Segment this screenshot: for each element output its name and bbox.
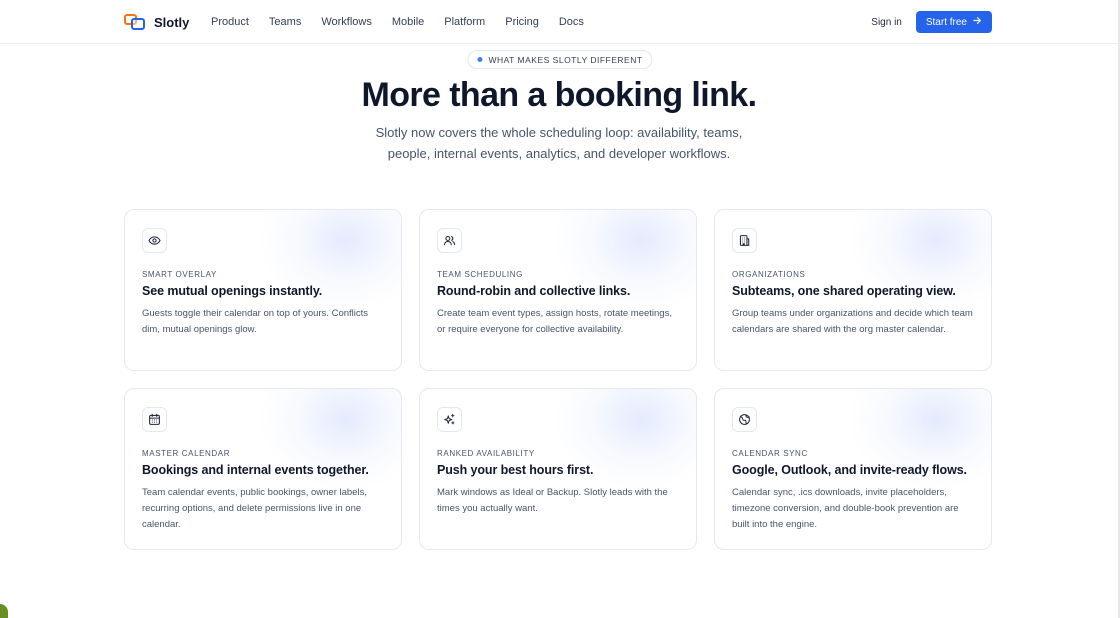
card-description: Calendar sync, .ics downloads, invite pl… <box>732 487 959 530</box>
nav-link-product[interactable]: Product <box>211 14 249 30</box>
card-title: Push your best hours first. <box>437 463 594 477</box>
globe-icon <box>732 407 757 432</box>
feature-card-team-scheduling: TEAM SCHEDULING Round-robin and collecti… <box>419 209 697 371</box>
nav-link-pricing[interactable]: Pricing <box>505 14 539 30</box>
feature-card-organizations: ORGANIZATIONS Subteams, one shared opera… <box>714 209 992 371</box>
nav-link-teams[interactable]: Teams <box>269 14 301 30</box>
card-description: Guests toggle their calendar on top of y… <box>142 308 369 335</box>
feature-grid: SMART OVERLAY See mutual openings instan… <box>124 209 992 550</box>
card-title: Google, Outlook, and invite-ready flows. <box>732 463 967 477</box>
feature-card-ranked-availability: RANKED AVAILABILITY Push your best hours… <box>419 388 697 550</box>
landing-page: Slotly Product Teams Workflows Mobile Pl… <box>0 0 1120 618</box>
card-label: CALENDAR SYNC <box>732 449 808 458</box>
nav-link-docs[interactable]: Docs <box>559 14 584 30</box>
section-badge: WHAT MAKES SLOTLY DIFFERENT <box>467 50 653 69</box>
card-description: Group teams under organizations and deci… <box>732 308 973 335</box>
card-title: Bookings and internal events together. <box>142 463 369 477</box>
badge-text: WHAT MAKES SLOTLY DIFFERENT <box>488 54 643 65</box>
card-label: MASTER CALENDAR <box>142 449 231 458</box>
card-title: Subteams, one shared operating view. <box>732 284 956 298</box>
badge-dot-icon <box>477 57 483 62</box>
card-label: TEAM SCHEDULING <box>437 270 523 279</box>
calendar-icon <box>142 407 167 432</box>
card-description: Mark windows as Ideal or Backup. Slotly … <box>437 487 668 514</box>
card-label: ORGANIZATIONS <box>732 270 806 279</box>
hero-subtitle: Slotly now covers the whole scheduling l… <box>375 125 743 161</box>
corner-accent <box>0 604 8 618</box>
top-nav: Slotly Product Teams Workflows Mobile Pl… <box>0 0 1118 44</box>
nav-link-mobile[interactable]: Mobile <box>392 14 424 30</box>
nav-link-workflows[interactable]: Workflows <box>321 14 372 30</box>
card-description: Create team event types, assign hosts, r… <box>437 308 672 335</box>
nav-actions: Sign in Start free <box>871 11 992 33</box>
card-description: Team calendar events, public bookings, o… <box>142 487 367 530</box>
card-title: Round-robin and collective links. <box>437 284 631 298</box>
logo-text: Slotly <box>154 14 190 30</box>
feature-card-calendar-sync: CALENDAR SYNC Google, Outlook, and invit… <box>714 388 992 550</box>
sign-in-link[interactable]: Sign in <box>871 17 902 28</box>
nav-links: Product Teams Workflows Mobile Platform … <box>211 14 604 30</box>
start-free-button[interactable]: Start free <box>915 11 992 33</box>
card-label: RANKED AVAILABILITY <box>437 449 535 458</box>
sparkles-icon <box>437 407 462 432</box>
start-free-label: Start free <box>925 16 967 28</box>
card-label: SMART OVERLAY <box>142 270 217 279</box>
feature-card-master-calendar: MASTER CALENDAR Bookings and internal ev… <box>124 388 402 550</box>
feature-card-smart-overlay: SMART OVERLAY See mutual openings instan… <box>124 209 402 371</box>
arrow-right-icon <box>973 16 982 28</box>
card-title: See mutual openings instantly. <box>142 284 323 298</box>
nav-link-platform[interactable]: Platform <box>444 14 485 30</box>
hero-title: More than a booking link. <box>361 76 758 114</box>
logo-icon <box>124 13 146 31</box>
users-icon <box>437 228 462 253</box>
building-icon <box>732 228 757 253</box>
eye-icon <box>142 228 167 253</box>
logo[interactable]: Slotly <box>124 12 189 32</box>
